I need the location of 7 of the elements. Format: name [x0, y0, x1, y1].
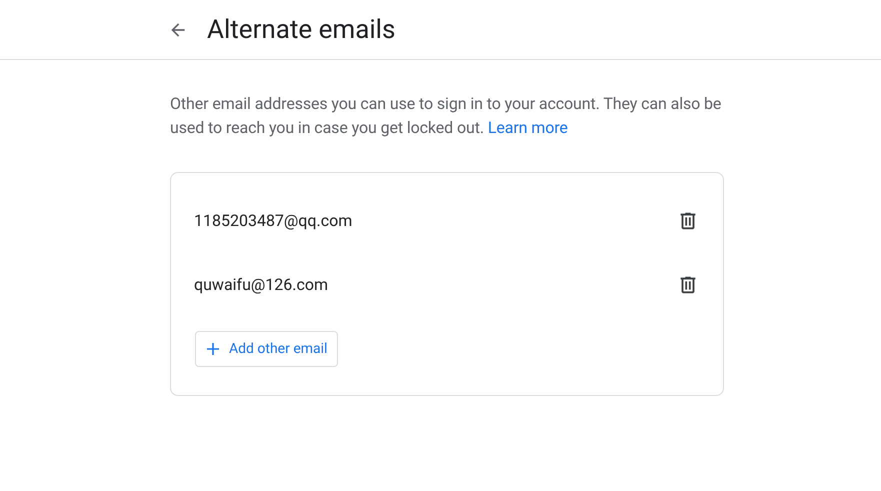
page-title: Alternate emails: [207, 16, 396, 42]
add-email-button[interactable]: Add other email: [195, 331, 338, 367]
email-address: 1185203487@qq.com: [194, 210, 352, 232]
email-address: quwaifu@126.com: [194, 274, 328, 296]
plus-icon: [206, 342, 220, 356]
learn-more-link[interactable]: Learn more: [488, 118, 568, 137]
description-text: Other email addresses you can use to sign in to your account. They can also be used to reach you in case you get locked out. Learn more: [170, 93, 722, 139]
